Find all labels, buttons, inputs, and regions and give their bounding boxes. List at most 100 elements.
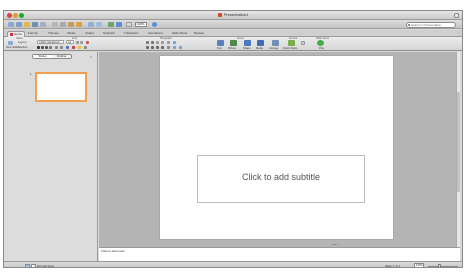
text-direction-icon[interactable] bbox=[84, 46, 87, 49]
copy-icon[interactable] bbox=[60, 22, 66, 27]
section-button[interactable]: Section bbox=[18, 45, 27, 49]
zoom-slider[interactable] bbox=[428, 264, 458, 267]
save-icon[interactable] bbox=[32, 22, 38, 27]
slide[interactable]: Click to add subtitle bbox=[160, 56, 393, 239]
subtitle-placeholder-text: Click to add subtitle bbox=[241, 172, 321, 182]
new-presentation-icon[interactable] bbox=[8, 22, 14, 27]
font-name-select[interactable]: Calibri (Headings) bbox=[37, 40, 64, 44]
align-right-icon[interactable] bbox=[156, 46, 159, 49]
slide-count: Slide 1 of 1 bbox=[385, 264, 401, 268]
align-left-icon[interactable] bbox=[146, 46, 149, 49]
zoom-field[interactable]: 100% bbox=[414, 263, 424, 267]
open-icon[interactable] bbox=[24, 22, 30, 27]
normal-view-icon[interactable] bbox=[25, 264, 30, 267]
highlight-icon[interactable] bbox=[78, 46, 81, 49]
convert-smartart-icon[interactable] bbox=[173, 46, 176, 49]
arrange-button[interactable]: Arrange bbox=[269, 47, 278, 50]
quick-styles-button[interactable]: Quick Styles bbox=[283, 47, 297, 50]
align-center-icon[interactable] bbox=[151, 46, 154, 49]
superscript-icon[interactable] bbox=[55, 46, 58, 49]
italic-icon[interactable] bbox=[41, 46, 44, 49]
media-icon[interactable] bbox=[257, 40, 264, 46]
slide-sorter-icon[interactable] bbox=[31, 264, 36, 267]
help-icon[interactable] bbox=[152, 22, 157, 27]
notes-splitter[interactable] bbox=[332, 244, 338, 246]
powerpoint-window: Presentation1 100% Search in Presentatio… bbox=[3, 10, 463, 268]
text-effects-icon[interactable] bbox=[66, 46, 69, 49]
insert-picture-button[interactable]: Picture bbox=[228, 47, 236, 50]
decrease-indent-icon[interactable] bbox=[156, 41, 159, 44]
layout-button[interactable]: Layout bbox=[18, 40, 26, 44]
font-size-select[interactable]: 44 bbox=[66, 40, 74, 44]
subtitle-placeholder[interactable]: Click to add subtitle bbox=[197, 155, 365, 203]
notes-pane[interactable]: Click to add notes bbox=[99, 247, 460, 261]
columns-icon[interactable] bbox=[173, 41, 176, 44]
quick-styles-icon[interactable] bbox=[288, 40, 295, 46]
window-title: Presentation1 bbox=[4, 12, 462, 17]
grow-font-icon[interactable] bbox=[76, 41, 79, 44]
title-bar: Presentation1 bbox=[4, 11, 462, 20]
picture-icon[interactable] bbox=[230, 40, 237, 46]
vertical-scrollbar[interactable] bbox=[456, 52, 460, 247]
toolbar-toggle-button[interactable] bbox=[454, 13, 459, 18]
window-title-text: Presentation1 bbox=[223, 12, 249, 17]
search-icon bbox=[408, 24, 410, 26]
strikethrough-icon[interactable] bbox=[49, 46, 52, 49]
format-painter-icon[interactable] bbox=[76, 22, 82, 27]
text-box-options-icon[interactable] bbox=[179, 46, 182, 49]
search-input[interactable]: Search in Presentation bbox=[406, 22, 456, 28]
search-placeholder: Search in Presentation bbox=[411, 23, 442, 27]
group-label-insert: Insert bbox=[237, 37, 244, 40]
pane-tabs: Slides Outline bbox=[32, 54, 72, 59]
close-pane-icon[interactable]: × bbox=[90, 54, 92, 59]
insert-shape-button[interactable]: Shape bbox=[243, 47, 251, 50]
print-icon[interactable] bbox=[40, 22, 46, 27]
group-label-paragraph: Paragraph bbox=[160, 37, 173, 40]
new-slide-button[interactable]: New Slide bbox=[6, 45, 19, 49]
font-color-icon[interactable] bbox=[72, 46, 75, 49]
tab-outline[interactable]: Outline bbox=[52, 55, 71, 58]
slide-canvas: Click to add subtitle bbox=[99, 52, 460, 247]
clear-formatting-icon[interactable] bbox=[86, 41, 89, 44]
zoom-select[interactable]: 100% bbox=[135, 22, 147, 27]
toolbox-icon[interactable] bbox=[116, 22, 122, 27]
align-text-icon[interactable] bbox=[167, 46, 170, 49]
numbering-icon[interactable] bbox=[151, 41, 154, 44]
text-box-icon[interactable] bbox=[217, 40, 224, 46]
ribbon-tabs: Home Format Themes Tables Charts SmartAr… bbox=[4, 30, 462, 37]
presentation-icon bbox=[217, 13, 222, 17]
slide-thumbnail[interactable] bbox=[35, 72, 87, 102]
shape-icon[interactable] bbox=[244, 40, 251, 46]
status-bar: Normal View Slide 1 of 1 100% bbox=[4, 261, 462, 268]
justify-icon[interactable] bbox=[161, 46, 164, 49]
scrollbar-thumb[interactable] bbox=[457, 92, 460, 192]
more-styles-icon[interactable] bbox=[301, 41, 305, 45]
tab-home-label: Home bbox=[14, 32, 23, 36]
bold-icon[interactable] bbox=[37, 46, 40, 49]
templates-icon[interactable] bbox=[16, 22, 22, 27]
cut-icon[interactable] bbox=[52, 22, 58, 27]
standard-toolbar: 100% Search in Presentation bbox=[4, 20, 462, 29]
zoom-slider-knob[interactable] bbox=[438, 264, 441, 267]
increase-indent-icon[interactable] bbox=[161, 41, 164, 44]
play-icon[interactable] bbox=[317, 40, 324, 46]
line-spacing-icon[interactable] bbox=[167, 41, 170, 44]
bullets-icon[interactable] bbox=[146, 41, 149, 44]
undo-icon[interactable] bbox=[88, 22, 94, 27]
play-button[interactable]: Play bbox=[319, 47, 324, 50]
slide-thumbnail-number: 1 bbox=[30, 72, 32, 76]
tab-slides[interactable]: Slides bbox=[33, 55, 52, 58]
redo-icon[interactable] bbox=[96, 22, 102, 27]
ribbon-collapse-icon[interactable]: ˆ bbox=[458, 31, 459, 36]
sidebar-icon[interactable] bbox=[126, 22, 132, 27]
shrink-font-icon[interactable] bbox=[80, 41, 83, 44]
ribbon-body: Slides Font Paragraph Insert Format Slid… bbox=[4, 37, 462, 51]
insert-text-button[interactable]: Text bbox=[217, 47, 222, 50]
underline-icon[interactable] bbox=[45, 46, 48, 49]
insert-media-button[interactable]: Media bbox=[256, 47, 263, 50]
slides-pane: Slides Outline × 1 bbox=[4, 52, 98, 261]
subscript-icon[interactable] bbox=[60, 46, 63, 49]
arrange-icon[interactable] bbox=[272, 40, 279, 46]
paste-icon[interactable] bbox=[68, 22, 74, 27]
gallery-icon[interactable] bbox=[108, 22, 114, 27]
